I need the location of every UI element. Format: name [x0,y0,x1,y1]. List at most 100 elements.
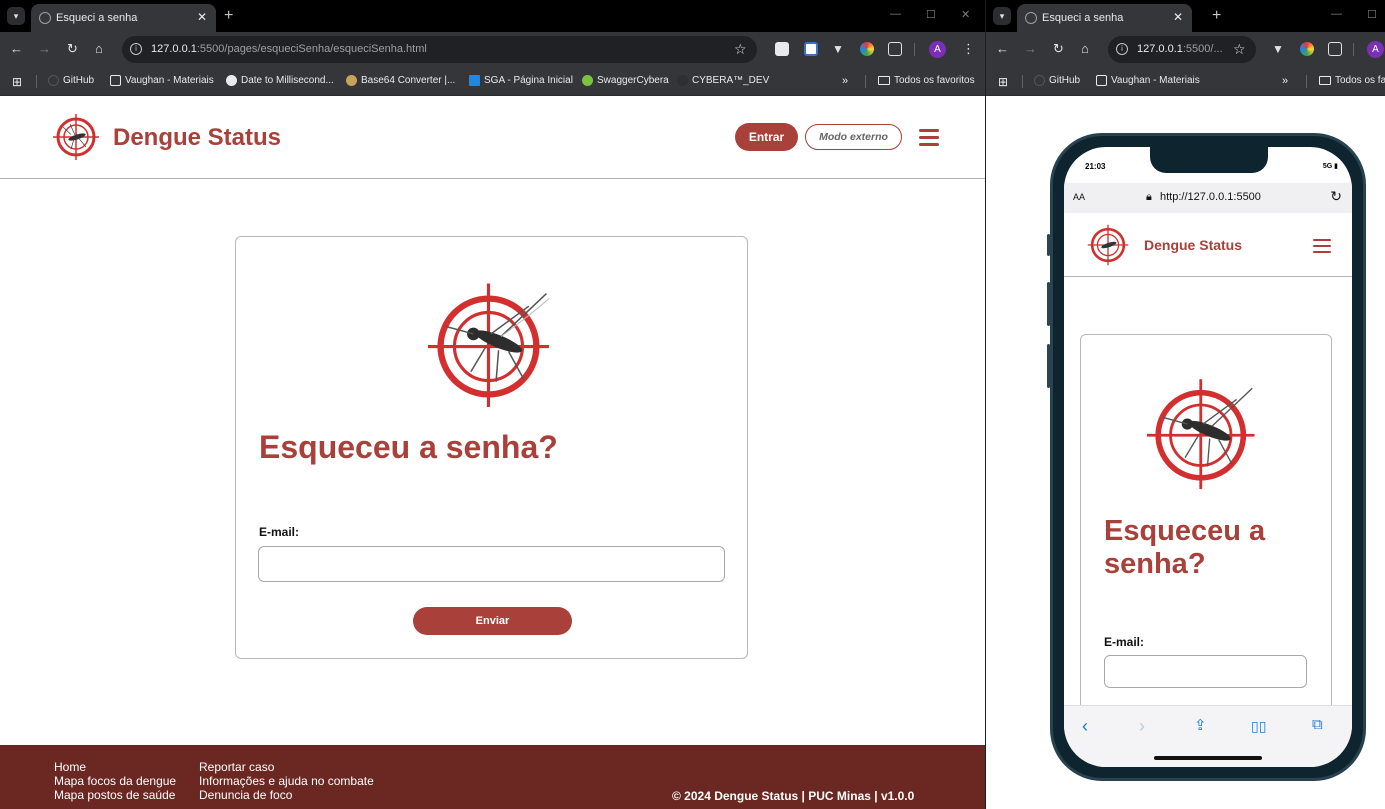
browser-toolbar: ← → ↻ ⌂ i 127.0.0.1:5500/... ☆ ▼ A [986,32,1385,67]
home-icon[interactable]: ⌂ [95,41,103,56]
minimize-button[interactable]: — [890,8,901,20]
brand-title[interactable]: Dengue Status [1144,237,1242,253]
bookmark-date-ms[interactable]: Date to Millisecond... [226,75,334,86]
bookmark-star-icon[interactable]: ☆ [1233,41,1246,58]
maximize-button[interactable]: ☐ [1367,8,1377,21]
footer-link-reportar[interactable]: Reportar caso [199,760,374,774]
site-info-icon[interactable]: i [1116,43,1128,55]
email-input[interactable] [1104,655,1307,688]
close-tab-icon[interactable]: ✕ [1173,10,1183,24]
site-header: Dengue Status Entrar Modo externo [0,96,985,179]
reload-icon[interactable]: ↻ [1330,188,1342,205]
bookmarks-book-icon[interactable]: ▯▯ [1251,718,1266,735]
home-indicator [1154,756,1262,760]
footer-link-mapa-focos[interactable]: Mapa focos da dengue [54,774,176,788]
mosquito-target-logo [1147,379,1255,489]
extension-icon[interactable] [804,42,818,56]
extension-icon[interactable] [775,42,789,56]
text-size-button[interactable]: AA [1073,192,1085,202]
extensions-puzzle-icon[interactable] [888,42,902,56]
tabs-icon[interactable]: ⧉ [1312,716,1323,733]
mosquito-target-logo[interactable] [1086,223,1130,267]
back-icon[interactable]: ‹ [1082,716,1088,737]
footer-link-mapa-postos[interactable]: Mapa postos de saúde [54,788,176,802]
back-icon[interactable]: ← [996,41,1009,56]
reload-icon[interactable]: ↻ [67,41,78,57]
tab-esqueci-senha[interactable]: Esqueci a senha ✕ [31,4,216,32]
external-mode-button[interactable]: Modo externo [805,124,902,150]
color-picker-icon[interactable] [1300,42,1314,56]
email-input[interactable] [258,546,725,582]
forward-icon[interactable]: › [1139,716,1145,737]
submit-button[interactable]: Enviar [413,607,572,635]
notion-icon [1096,75,1107,86]
bookmark-vaughan[interactable]: Vaughan - Materiais [110,75,214,86]
notion-icon [110,75,121,86]
hamburger-menu-icon[interactable] [919,129,939,150]
bookmark-github[interactable]: GitHub [48,75,94,86]
browser-window-desktop: ▾ Esqueci a senha ✕ + — ☐ ✕ ← → ↻ ⌂ i 12… [0,0,985,809]
minimize-button[interactable]: — [1331,8,1342,20]
more-bookmarks-button[interactable]: » [1282,75,1288,87]
mosquito-target-logo[interactable] [51,112,101,162]
apps-grid-icon[interactable]: ⊞ [998,75,1008,89]
address-bar[interactable]: i 127.0.0.1:5500/... ☆ [1108,36,1256,63]
menu-kebab-icon[interactable]: ⋮ [962,41,975,57]
reload-icon[interactable]: ↻ [1053,41,1064,57]
forward-icon[interactable]: → [38,41,51,56]
vue-devtools-icon[interactable]: ▼ [1272,42,1286,56]
new-tab-button[interactable]: + [224,7,233,25]
color-picker-icon[interactable] [860,42,874,56]
forward-icon[interactable]: → [1024,41,1037,56]
tab-search-button[interactable]: ▾ [993,7,1011,25]
new-tab-button[interactable]: + [1212,7,1221,25]
all-bookmarks-folder[interactable]: Todos os fa [1319,75,1385,86]
all-bookmarks-folder[interactable]: Todos os favoritos [878,75,975,86]
site-info-icon[interactable]: i [130,43,142,55]
page-content: 21:03 5G ▮ AA 🔒︎ http://127.0.0.1:5500 ↻ [986,96,1385,809]
divider [36,75,37,88]
bookmark-star-icon[interactable]: ☆ [734,41,747,58]
browser-toolbar: ← → ↻ ⌂ i 127.0.0.1:5500/pages/esqueciSe… [0,32,985,67]
close-window-button[interactable]: ✕ [961,8,970,21]
maximize-button[interactable]: ☐ [926,8,936,21]
profile-avatar[interactable]: A [929,41,946,58]
extensions-puzzle-icon[interactable] [1328,42,1342,56]
vue-devtools-icon[interactable]: ▼ [832,42,846,56]
title-bar: ▾ Esqueci a senha ✕ + — ☐ [986,0,1385,32]
home-icon[interactable]: ⌂ [1081,41,1089,56]
github-icon [1034,75,1045,86]
sga-icon [469,75,480,86]
close-tab-icon[interactable]: ✕ [197,10,207,24]
forgot-password-card: Esqueceu a senha? E-mail: [1080,334,1332,734]
bookmark-sga[interactable]: SGA - Página Inicial [469,75,573,86]
login-button[interactable]: Entrar [735,123,798,151]
safari-address-bar[interactable]: AA 🔒︎ http://127.0.0.1:5500 ↻ [1064,183,1352,213]
bookmark-cybera[interactable]: CYBERA™_DEV [677,75,769,86]
swagger-icon [582,75,593,86]
address-bar[interactable]: i 127.0.0.1:5500/pages/esqueciSenha/esqu… [122,36,757,63]
bookmark-github[interactable]: GitHub [1034,75,1080,86]
divider [1022,75,1023,88]
bookmarks-bar: ⊞ GitHub Vaughan - Materiais » Todos os … [986,67,1385,96]
footer-link-denuncia[interactable]: Denuncia de foco [199,788,374,802]
profile-avatar[interactable]: A [1367,41,1384,58]
browser-window-mobile-preview: ▾ Esqueci a senha ✕ + — ☐ ← → ↻ ⌂ i 127.… [986,0,1385,809]
bookmark-vaughan[interactable]: Vaughan - Materiais [1096,75,1200,86]
status-signal: 5G ▮ [1322,163,1338,170]
tab-search-button[interactable]: ▾ [7,7,25,25]
brand-title[interactable]: Dengue Status [113,124,281,152]
email-label: E-mail: [1104,635,1145,649]
tab-esqueci-senha[interactable]: Esqueci a senha ✕ [1017,4,1192,32]
bookmark-base64[interactable]: Base64 Converter |... [346,75,455,86]
apps-grid-icon[interactable]: ⊞ [12,75,22,89]
back-icon[interactable]: ← [10,41,23,56]
bookmark-swagger[interactable]: SwaggerCybera [582,75,669,86]
site-header: Dengue Status [1064,213,1352,277]
footer-link-informacoes[interactable]: Informações e ajuda no combate [199,774,374,788]
share-icon[interactable]: ⇪ [1194,716,1207,734]
hamburger-menu-icon[interactable] [1313,239,1331,257]
more-bookmarks-button[interactable]: » [842,75,848,87]
phone-screen: 21:03 5G ▮ AA 🔒︎ http://127.0.0.1:5500 ↻ [1064,147,1352,767]
footer-link-home[interactable]: Home [54,760,176,774]
